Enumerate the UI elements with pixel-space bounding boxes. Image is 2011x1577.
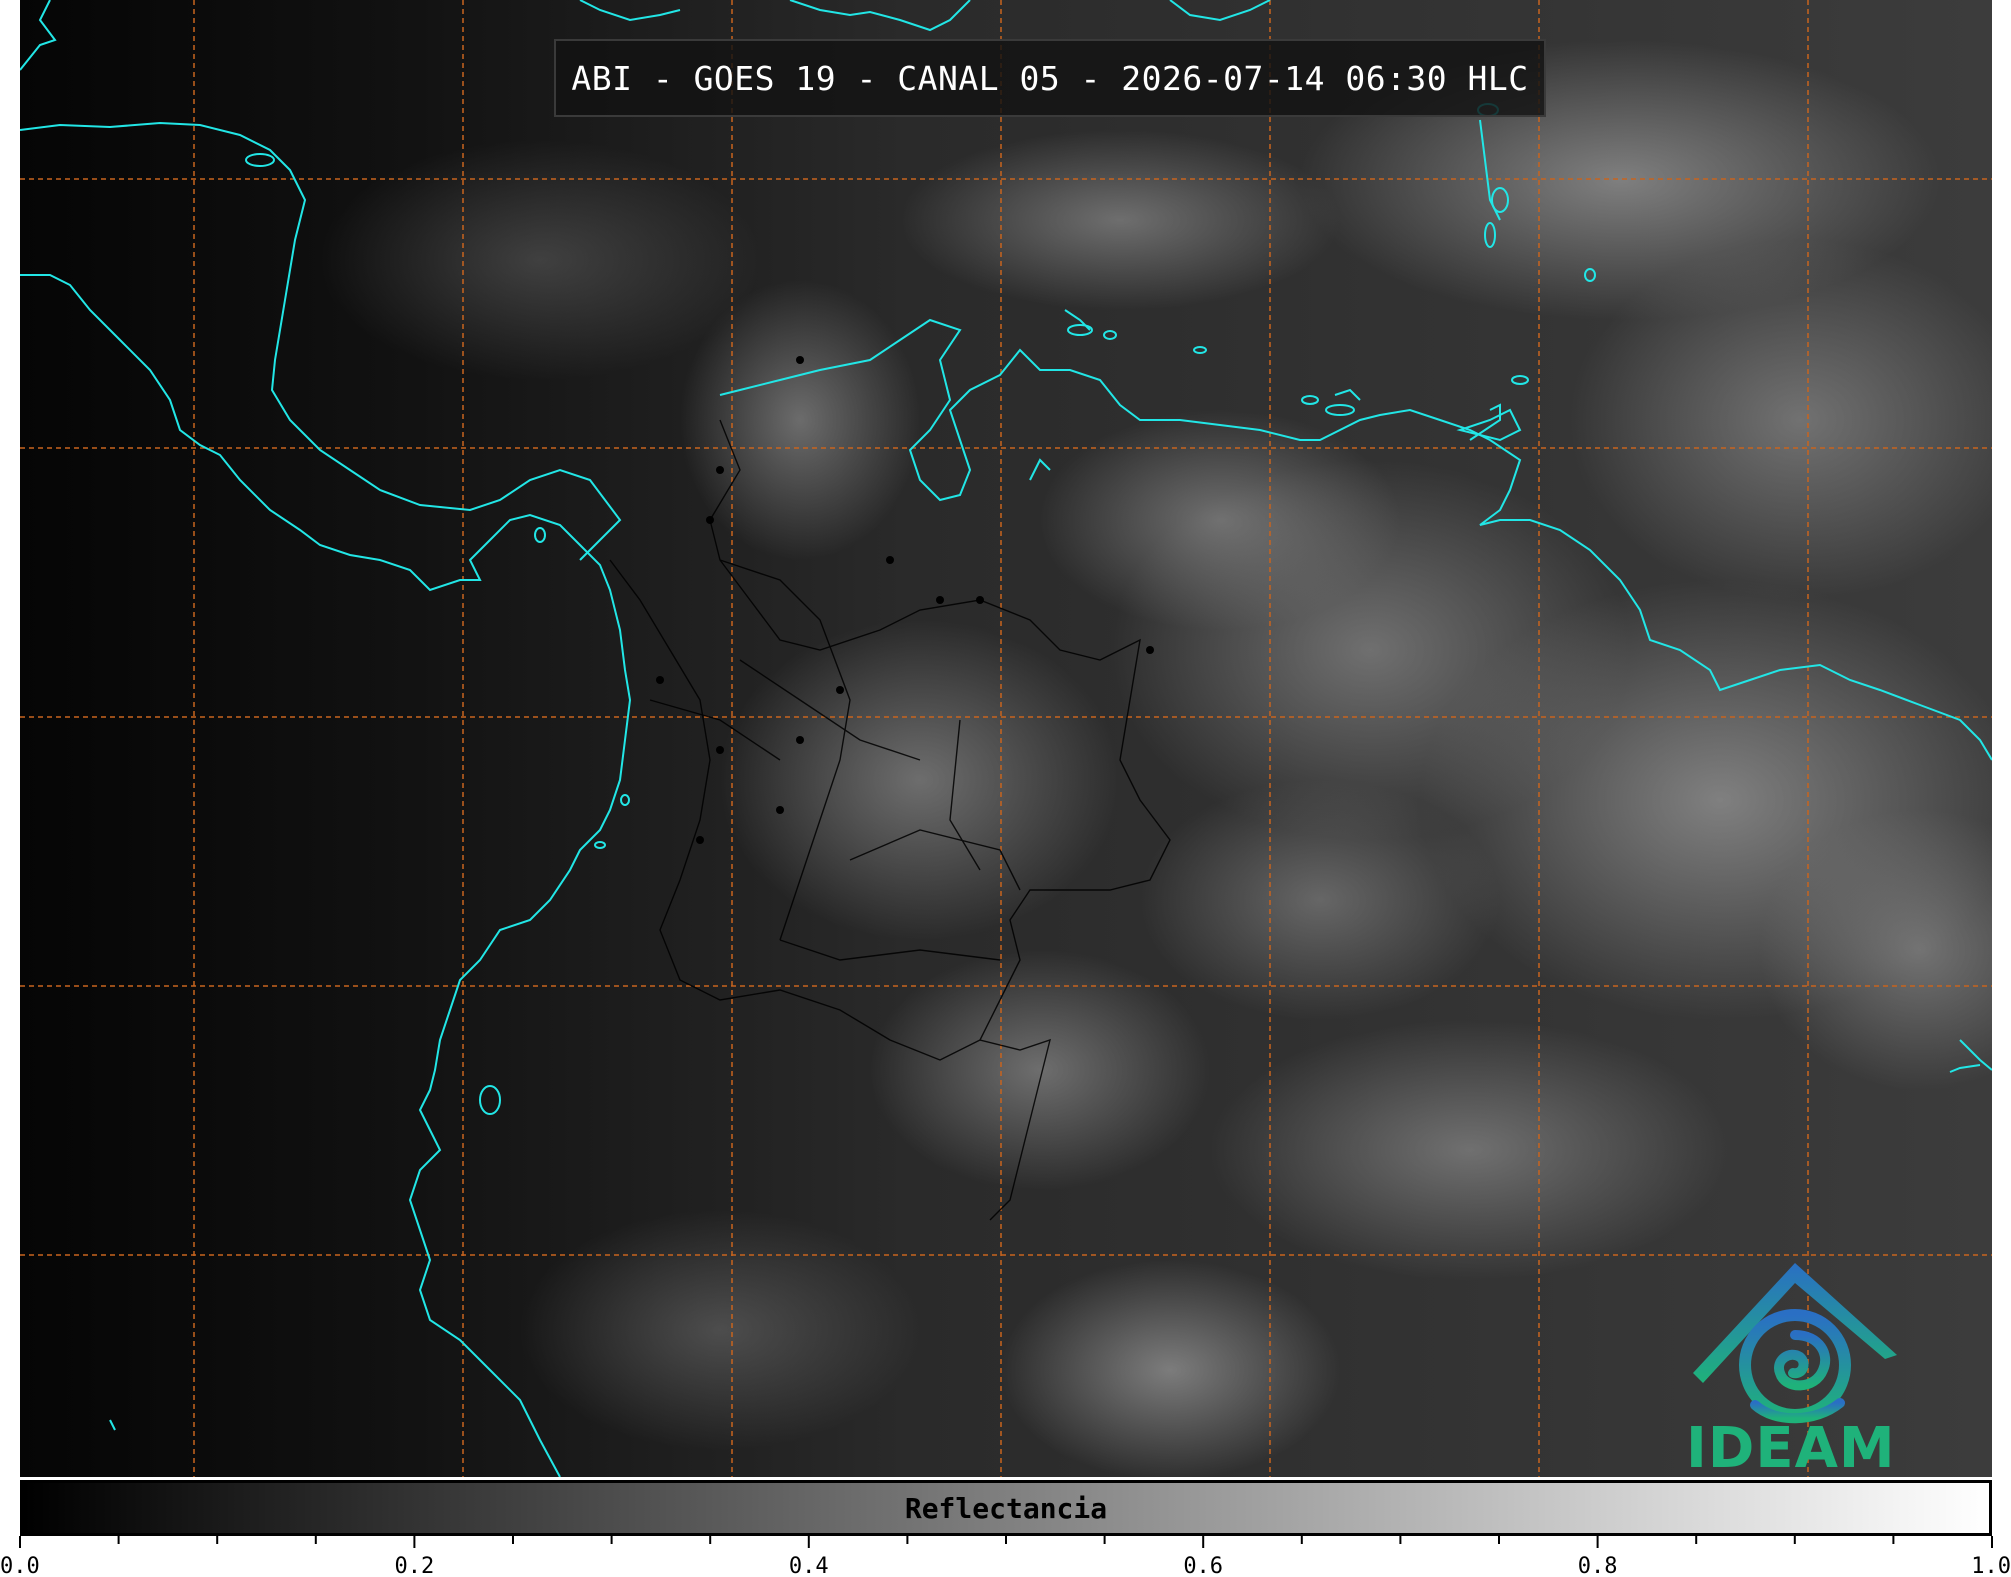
colorbar: Reflectancia — [20, 1480, 1992, 1536]
colorbar-label: Reflectancia — [904, 1491, 1108, 1525]
map-title: ABI - GOES 19 - CANAL 05 - 2026-07-14 06… — [571, 58, 1529, 98]
colorbar-tick-label: 0.6 — [1183, 1554, 1223, 1577]
colorbar-tick-label: 1.0 — [1971, 1554, 2011, 1577]
colorbar-tick-label: 0.8 — [1578, 1554, 1618, 1577]
colorbar-ticks: 0.0 0.2 0.4 0.6 0.8 1.0 — [0, 1536, 2011, 1577]
ideam-logo-text: IDEAM — [1686, 1416, 1896, 1477]
colorbar-tick-label: 0.2 — [395, 1554, 435, 1577]
title-banner: ABI - GOES 19 - CANAL 05 - 2026-07-14 06… — [554, 39, 1546, 117]
satellite-map: ABI - GOES 19 - CANAL 05 - 2026-07-14 06… — [20, 0, 1992, 1477]
colorbar-tick-label: 0.0 — [0, 1554, 40, 1577]
colorbar-tick-label: 0.4 — [789, 1554, 829, 1577]
